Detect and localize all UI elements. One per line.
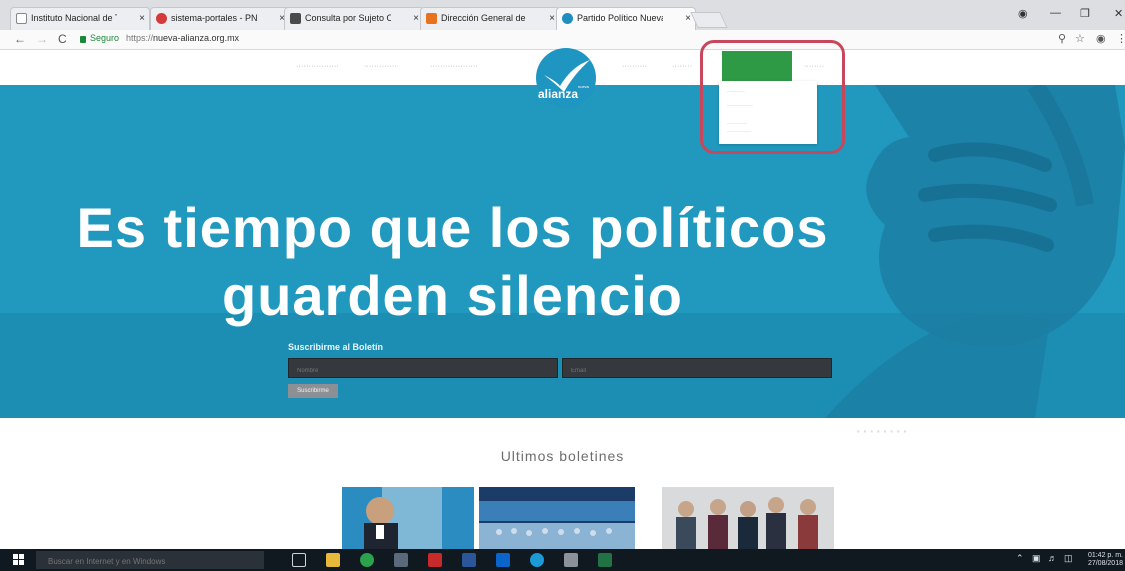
url-host: nueva-alianza.org.mx xyxy=(153,33,240,43)
bulletin-photo xyxy=(662,487,834,549)
volume-icon[interactable]: ♬ xyxy=(1048,553,1057,563)
name-field[interactable] xyxy=(288,358,558,380)
tab-title: Instituto Nacional de Tra xyxy=(31,13,117,23)
task-view-icon[interactable] xyxy=(292,553,306,567)
taskbar-search-input[interactable] xyxy=(36,552,264,571)
subscribe-button[interactable]: Suscribirme xyxy=(288,384,338,398)
address-bar[interactable]: https://nueva-alianza.org.mx xyxy=(126,33,239,43)
browser-tab-strip: Instituto Nacional de Tra × sistema-port… xyxy=(0,0,1125,30)
nav-link[interactable]: ·········· xyxy=(622,63,647,70)
ghost-text: ········ xyxy=(855,420,909,442)
document-icon xyxy=(290,13,301,24)
newsletter-form: Suscribirme al Boletín Suscribirme xyxy=(288,342,832,398)
file-explorer-icon[interactable] xyxy=(326,553,340,567)
hero-headline-line1: Es tiempo que los políticos xyxy=(76,196,829,259)
restore-icon[interactable]: ❐ xyxy=(1080,7,1090,20)
hero-headline-line2: guarden silencio xyxy=(222,264,683,327)
clock-time: 01:42 p. m. xyxy=(1087,552,1123,559)
secure-label: Seguro xyxy=(90,33,120,43)
minimize-icon[interactable]: — xyxy=(1050,7,1061,19)
close-tab-icon[interactable]: × xyxy=(413,8,419,29)
close-tab-icon[interactable]: × xyxy=(139,8,145,29)
notifications-icon[interactable]: ◫ xyxy=(1064,553,1073,564)
bulletin-thumbnail[interactable] xyxy=(342,487,474,549)
bookmark-star-icon[interactable]: ☆ xyxy=(1075,32,1085,45)
browser-toolbar: ← → C Seguro https://nueva-alianza.org.m… xyxy=(0,30,1125,50)
acrobat-icon[interactable] xyxy=(428,553,442,567)
close-tab-icon[interactable]: × xyxy=(549,8,555,29)
profile-icon[interactable]: ◉ xyxy=(1018,7,1028,20)
outlook-icon[interactable] xyxy=(496,553,510,567)
extension-icon[interactable]: ◉ xyxy=(1096,32,1106,45)
back-button[interactable]: ← xyxy=(14,32,26,46)
word-icon[interactable] xyxy=(462,553,476,567)
network-icon[interactable]: ▣ xyxy=(1032,553,1041,564)
clock-date: 27/08/2018 xyxy=(1087,560,1123,567)
portal-icon xyxy=(156,13,167,24)
newsletter-title: Suscribirme al Boletín xyxy=(288,342,384,352)
chrome-icon[interactable] xyxy=(360,553,374,567)
email-input[interactable] xyxy=(563,362,831,380)
taskbar-search[interactable] xyxy=(36,551,264,571)
url-scheme: https:// xyxy=(126,33,154,43)
tab-title: Dirección General de En xyxy=(441,13,527,23)
browser-tab[interactable]: sistema-portales - PNT × xyxy=(150,7,290,30)
nav-link[interactable]: ··················· xyxy=(430,63,478,70)
windows-taskbar: ⌃ ▣ ♬ ◫ 01:42 p. m. 27/08/2018 xyxy=(0,549,1125,571)
name-input[interactable] xyxy=(289,362,557,380)
hero-banner: Es tiempo que los políticos guarden sile… xyxy=(0,85,1125,418)
logo-text: alianza xyxy=(538,87,578,101)
reload-button[interactable]: C xyxy=(58,32,67,46)
logo-small-text: nueva xyxy=(578,84,590,89)
windows-start-icon[interactable] xyxy=(13,554,25,566)
new-tab-button[interactable] xyxy=(690,12,728,28)
browser-tab[interactable]: Consulta por Sujeto Obl × xyxy=(284,7,424,30)
app-icon[interactable] xyxy=(394,553,408,567)
skype-icon[interactable] xyxy=(530,553,544,567)
red-highlight-annotation xyxy=(700,40,845,154)
clock[interactable]: 01:42 p. m. 27/08/2018 xyxy=(1088,552,1123,568)
site-favicon xyxy=(562,13,573,24)
close-window-icon[interactable]: ✕ xyxy=(1114,7,1123,20)
menu-icon[interactable]: ⋮ xyxy=(1116,32,1125,45)
excel-icon[interactable] xyxy=(598,553,612,567)
nueva-alianza-logo[interactable]: alianza nueva xyxy=(528,48,604,114)
browser-tab[interactable]: Dirección General de En × xyxy=(420,7,560,30)
tab-title: Consulta por Sujeto Obl xyxy=(305,13,391,23)
lock-icon xyxy=(80,36,86,43)
bulletin-photo xyxy=(479,487,635,549)
browser-tab[interactable]: Instituto Nacional de Tra × xyxy=(10,7,150,30)
tab-title: Partido Político Nueva A xyxy=(577,13,663,23)
nav-link[interactable]: ················· xyxy=(296,63,339,70)
email-field[interactable] xyxy=(562,358,832,380)
bulletin-thumbnail[interactable] xyxy=(479,487,635,549)
bulletin-photo xyxy=(342,487,474,549)
nav-link[interactable]: ········ xyxy=(672,63,692,70)
bulletins-title: Ultimos boletines xyxy=(500,448,625,464)
tab-title: sistema-portales - PNT xyxy=(171,13,257,23)
tray-chevron-icon[interactable]: ⌃ xyxy=(1016,553,1024,564)
screen: Instituto Nacional de Tra × sistema-port… xyxy=(0,0,1125,571)
browser-tab-active[interactable]: Partido Político Nueva A × xyxy=(556,7,696,30)
slides-icon xyxy=(426,13,437,24)
zoom-icon[interactable]: ⚲ xyxy=(1058,32,1066,45)
page-icon xyxy=(16,13,27,24)
calculator-icon[interactable] xyxy=(564,553,578,567)
bulletin-thumbnail[interactable] xyxy=(662,487,834,549)
forward-button[interactable]: → xyxy=(36,32,48,46)
nav-link[interactable]: ············· xyxy=(364,63,397,70)
